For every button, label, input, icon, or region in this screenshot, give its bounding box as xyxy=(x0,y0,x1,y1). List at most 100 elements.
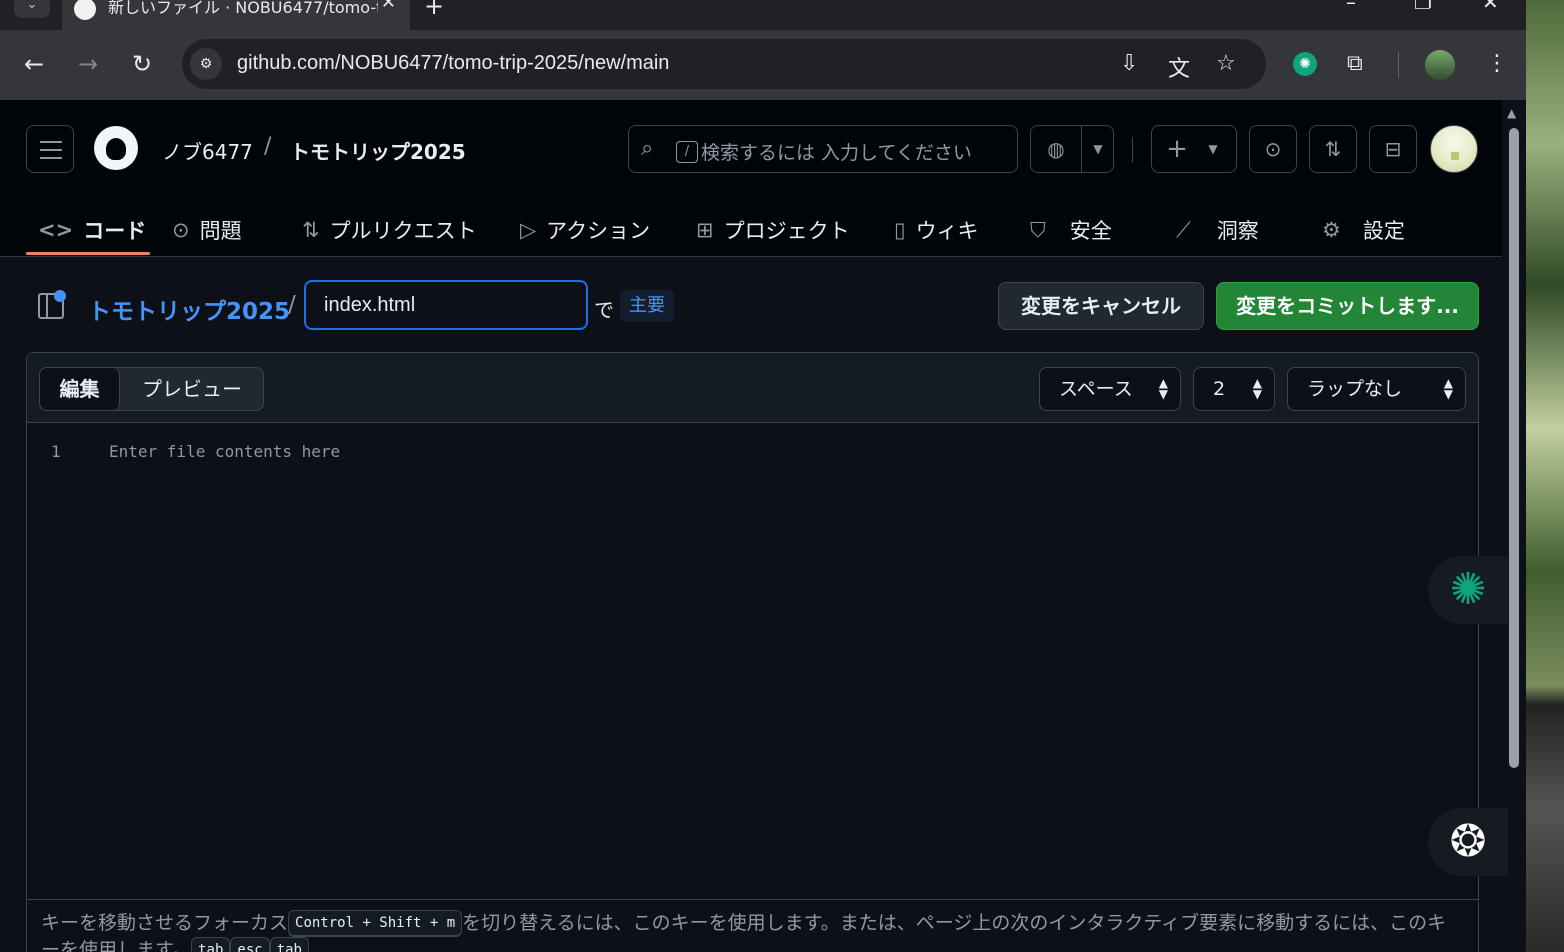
active-tab-underline xyxy=(26,252,150,255)
wrap-mode-select[interactable]: ラップなし ▲ ▼ xyxy=(1287,367,1466,411)
tab-close-icon[interactable]: ✕ xyxy=(381,0,396,13)
reload-icon[interactable]: ↻ xyxy=(132,50,152,78)
branch-badge: 主要 xyxy=(620,290,674,322)
keyboard-shortcut: tab xyxy=(269,937,309,952)
select-arrows-icon: ▲ ▼ xyxy=(1158,376,1168,401)
address-bar[interactable]: ⚙ github.com/NOBU6477/tomo-trip-2025/new… xyxy=(182,39,1266,89)
chatgpt-logo-icon: ✺ xyxy=(1449,564,1487,615)
tab-label: 問題 xyxy=(199,219,242,243)
github-logo-icon[interactable] xyxy=(94,126,138,170)
search-input[interactable]: ⌕ / 検索するには 入力してください xyxy=(628,125,1018,173)
issue-icon: ⊙ xyxy=(172,218,190,242)
search-icon: ⌕ xyxy=(641,136,654,161)
tab-wiki[interactable]: ▯ ウィキ xyxy=(894,208,979,252)
github-header: ノブ6477 / トモトリップ2025 ⌕ / 検索するには 入力してください … xyxy=(0,100,1502,257)
cancel-changes-button[interactable]: 変更をキャンセル xyxy=(998,282,1204,330)
hamburger-line xyxy=(40,149,62,151)
issue-icon: ⊙ xyxy=(1264,137,1282,161)
maximize-icon[interactable]: ❐ xyxy=(1414,0,1432,14)
new-tab-button[interactable]: + xyxy=(424,0,444,20)
indent-size-select[interactable]: 2 ▲ ▼ xyxy=(1193,367,1275,411)
book-icon: ▯ xyxy=(894,218,906,242)
breadcrumb-separator: / xyxy=(264,134,272,159)
tab-actions[interactable]: ▷ アクション xyxy=(520,208,650,252)
breadcrumb-separator: / xyxy=(288,292,296,318)
file-editor: 編集 プレビュー スペース ▲ ▼ 2 ▲ ▼ ラップなし ▲ ▼ 1 Enter f… xyxy=(26,352,1479,952)
inbox-icon: ⊟ xyxy=(1384,137,1402,161)
window-close-icon[interactable]: ✕ xyxy=(1482,0,1499,14)
tab-label: 設定 xyxy=(1362,219,1405,243)
tab-search-button[interactable]: ⌄ xyxy=(14,0,50,18)
tab-insights[interactable]: ⟋ 洞察 xyxy=(1176,208,1259,252)
commit-changes-button[interactable]: 変更をコミットします... xyxy=(1216,282,1479,330)
tab-title: 新しいファイル · NOBU6477/tomo-trip-2025 xyxy=(108,0,378,17)
toolbar-divider xyxy=(1398,52,1399,78)
tab-label: 安全 xyxy=(1069,219,1112,243)
help-text-part: キーを移動させるフォーカス xyxy=(41,912,289,934)
scroll-thumb[interactable] xyxy=(1509,128,1519,768)
assistant-floating-button[interactable]: ❂ xyxy=(1428,808,1508,876)
browser-menu-icon[interactable]: ⋮ xyxy=(1486,51,1508,76)
tab-settings[interactable]: ⚙ 設定 xyxy=(1322,208,1405,252)
browser-tab-strip: ⌄ 新しいファイル · NOBU6477/tomo-trip-2025 ✕ + … xyxy=(0,0,1526,30)
issues-button[interactable]: ⊙ xyxy=(1249,125,1297,173)
desktop-wallpaper xyxy=(1526,0,1564,952)
chatgpt-sidebar-button[interactable]: ✺ xyxy=(1428,556,1508,624)
tab-issues[interactable]: ⊙ 問題 xyxy=(172,208,242,252)
hamburger-line xyxy=(40,157,62,159)
chatgpt-extension-icon[interactable]: ✺ xyxy=(1293,52,1317,76)
tab-edit[interactable]: 編集 xyxy=(40,368,120,410)
minimize-icon[interactable]: – xyxy=(1346,0,1356,14)
code-editor-input[interactable]: Enter file contents here xyxy=(109,442,340,461)
forward-arrow-icon[interactable]: → xyxy=(78,50,98,78)
back-arrow-icon[interactable]: ← xyxy=(24,50,44,78)
owner-link[interactable]: ノブ6477 xyxy=(162,136,253,165)
browser-toolbar: ← → ↻ ⚙ github.com/NOBU6477/tomo-trip-20… xyxy=(0,30,1526,100)
site-info-icon[interactable]: ⚙ xyxy=(190,48,222,80)
install-app-icon[interactable]: ⇩ xyxy=(1120,51,1138,76)
create-new-button[interactable]: + ▼ xyxy=(1151,125,1237,173)
slash-shortcut-key: / xyxy=(676,141,698,163)
hamburger-line xyxy=(40,141,62,143)
repo-breadcrumb-link[interactable]: トモトリップ2025 xyxy=(88,292,290,326)
chevron-down-icon: ▼ xyxy=(1208,142,1218,156)
browser-tab[interactable]: 新しいファイル · NOBU6477/tomo-trip-2025 ✕ xyxy=(62,0,410,30)
scroll-up-arrow-icon[interactable]: ▲ xyxy=(1507,106,1516,120)
tab-code[interactable]: <> コード xyxy=(38,208,146,252)
tab-label: プルリクエスト xyxy=(329,219,477,243)
url-text[interactable]: github.com/NOBU6477/tomo-trip-2025/new/m… xyxy=(237,52,669,75)
code-icon: <> xyxy=(38,218,74,242)
edit-preview-toggle: 編集 プレビュー xyxy=(39,367,264,411)
avatar[interactable] xyxy=(1430,125,1478,173)
pull-requests-button[interactable]: ⇅ xyxy=(1309,125,1357,173)
search-placeholder: 検索するには 入力してください xyxy=(701,142,972,164)
play-icon: ▷ xyxy=(520,218,537,242)
tab-label: プロジェクト xyxy=(723,219,850,243)
keyboard-shortcut: Control + Shift + m xyxy=(288,910,463,937)
file-bar: トモトリップ2025 / で 主要 変更をキャンセル 変更をコミットします... xyxy=(0,258,1502,352)
translate-icon[interactable]: 文 xyxy=(1168,51,1190,83)
repo-link[interactable]: トモトリップ2025 xyxy=(290,136,466,165)
hamburger-menu-button[interactable] xyxy=(26,125,74,173)
keyboard-shortcut: esc xyxy=(230,937,270,952)
graph-icon: ⟋ xyxy=(1176,217,1191,242)
tab-preview[interactable]: プレビュー xyxy=(120,368,263,410)
bookmark-star-icon[interactable]: ☆ xyxy=(1216,51,1236,76)
github-favicon-icon xyxy=(74,0,96,20)
tab-projects[interactable]: ⊞ プロジェクト xyxy=(696,208,850,252)
header-divider xyxy=(1132,137,1133,163)
tab-pull-requests[interactable]: ⇅ プルリクエスト xyxy=(302,208,477,252)
in-branch-label: で xyxy=(594,298,614,322)
pull-request-icon: ⇅ xyxy=(1324,137,1342,161)
tab-label: 洞察 xyxy=(1216,219,1259,243)
inbox-button[interactable]: ⊟ xyxy=(1369,125,1417,173)
line-number: 1 xyxy=(51,442,61,461)
extensions-puzzle-icon[interactable]: ⧉ xyxy=(1347,51,1363,76)
copilot-button[interactable]: ◍ ▼ xyxy=(1030,125,1114,173)
editor-help-footer: キーを移動させるフォーカス Control + Shift + m を切り替えるには… xyxy=(27,899,1478,952)
tab-security[interactable]: ⛉ 安全 xyxy=(1030,208,1112,252)
chevron-down-icon[interactable]: ▼ xyxy=(1083,126,1113,172)
filename-input[interactable] xyxy=(304,280,588,330)
browser-profile-avatar[interactable] xyxy=(1425,50,1455,80)
indent-mode-select[interactable]: スペース ▲ ▼ xyxy=(1039,367,1181,411)
